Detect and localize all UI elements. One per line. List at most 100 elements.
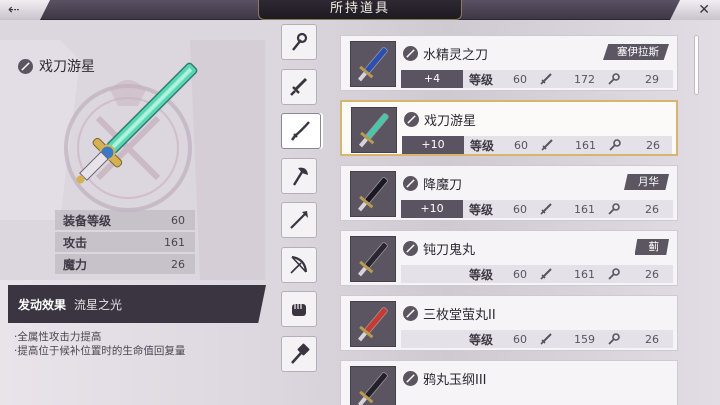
item-name-row: 三枚堂萤丸II <box>403 304 496 323</box>
close-icon: ✕ <box>698 2 710 18</box>
item-name-row: 降魔刀 <box>403 174 462 193</box>
list-item[interactable]: 戏刀游星 +10 等级 60 161 26 <box>340 100 678 156</box>
stat-value: 161 <box>164 235 185 249</box>
katana-icon <box>290 121 310 141</box>
refine-level: +4 <box>401 70 463 88</box>
attack-icon <box>540 268 552 280</box>
list-item[interactable]: 鸦丸玉纲III <box>340 360 678 405</box>
skill-effect-bar: 发动效果 流星之光 <box>8 285 266 323</box>
refine-level: +10 <box>402 136 464 154</box>
tab-bow[interactable] <box>281 246 317 283</box>
level-value: 60 <box>513 72 528 86</box>
level-value: 60 <box>513 332 528 346</box>
tab-staff[interactable] <box>281 24 317 60</box>
katana-type-icon <box>403 176 418 191</box>
item-name-row: 鸦丸玉纲III <box>403 369 487 388</box>
magic-value: 29 <box>645 72 660 86</box>
level-value: 60 <box>514 138 529 152</box>
skill-effect-label: 发动效果 <box>18 297 67 312</box>
tab-hammer[interactable] <box>281 335 317 372</box>
weapon-thumbnail <box>350 236 396 282</box>
stat-row-magic: 魔力 26 <box>55 254 195 274</box>
level-label: 等级 <box>469 72 494 87</box>
item-name: 钝刀鬼丸 <box>423 243 476 258</box>
magic-icon <box>608 333 620 345</box>
magic-value: 26 <box>645 267 660 281</box>
item-name: 三枚堂萤丸II <box>423 308 496 323</box>
magic-icon <box>609 139 621 151</box>
magic-icon <box>608 73 620 85</box>
item-name: 鸦丸玉纲III <box>423 373 487 388</box>
fist-icon <box>292 304 306 316</box>
item-name-row: 水精灵之刀 <box>403 44 488 63</box>
character-badge: 蓟 <box>634 239 669 255</box>
character-badge: 月华 <box>624 174 669 190</box>
item-name: 戏刀游星 <box>424 114 477 129</box>
item-stats-row: +10 等级 60 161 26 <box>401 200 673 218</box>
attack-value: 161 <box>574 202 596 216</box>
item-name: 戏刀游星 <box>39 59 95 75</box>
stat-label: 装备等级 <box>63 213 112 228</box>
list-item[interactable]: 钝刀鬼丸 蓟等级 60 161 26 <box>340 230 678 286</box>
item-detail-panel: 戏刀游星 装备等级 60 攻击 161 魔力 26 发动效果 流星之光 ·全属性攻击力… <box>0 20 270 405</box>
item-name-label: 戏刀游星 <box>18 56 95 76</box>
level-label: 等级 <box>470 138 495 153</box>
page-title: 所持道具 <box>258 0 462 20</box>
weapon-thumbnail <box>350 366 396 405</box>
magic-value: 26 <box>646 138 661 152</box>
tab-fist[interactable] <box>281 291 317 327</box>
axe-icon <box>292 167 308 186</box>
katana-type-icon <box>403 46 418 61</box>
list-item[interactable]: 水精灵之刀 塞伊拉斯 +4 等级 60 172 29 <box>340 35 678 91</box>
attack-value: 161 <box>575 138 597 152</box>
list-item[interactable]: 三枚堂萤丸II 等级 60 159 26 <box>340 295 678 351</box>
attack-value: 172 <box>574 72 596 86</box>
katana-type-icon <box>403 371 418 386</box>
tab-katana[interactable] <box>281 113 321 149</box>
list-item[interactable]: 降魔刀 月华 +10 等级 60 161 26 <box>340 165 678 221</box>
weapon-thumbnail <box>351 107 397 153</box>
attack-value: 161 <box>574 267 596 281</box>
stat-label: 魔力 <box>63 257 88 272</box>
attack-icon <box>541 139 553 151</box>
level-label: 等级 <box>469 332 494 347</box>
stat-value: 60 <box>171 213 185 227</box>
katana-type-icon <box>404 112 419 127</box>
item-name-row: 钝刀鬼丸 <box>403 239 475 258</box>
weapon-thumbnail <box>350 301 396 347</box>
level-value: 60 <box>513 267 528 281</box>
weapon-thumbnail <box>350 41 396 87</box>
weapon-thumbnail <box>350 171 396 217</box>
attack-icon <box>540 333 552 345</box>
effect-note: ·全属性攻击力提高 <box>14 331 102 343</box>
level-label: 等级 <box>469 267 494 282</box>
stat-row-level: 装备等级 60 <box>55 210 195 230</box>
katana-type-icon <box>18 58 33 74</box>
item-stats-row: +4 等级 60 172 29 <box>401 70 673 88</box>
magic-value: 26 <box>645 202 660 216</box>
weapon-category-tabs <box>281 24 321 380</box>
stat-table: 装备等级 60 攻击 161 魔力 26 <box>55 210 195 276</box>
tab-axe[interactable] <box>281 157 317 194</box>
effect-notes: ·全属性攻击力提高 ·提高位于候补位置时的生命值回复量 <box>14 330 185 358</box>
level-value: 60 <box>513 202 528 216</box>
item-name: 水精灵之刀 <box>423 48 489 63</box>
refine-level: +10 <box>401 200 463 218</box>
stat-value: 26 <box>171 257 185 271</box>
stat-row-attack: 攻击 161 <box>55 232 195 252</box>
sword-icon <box>290 77 308 96</box>
attack-value: 159 <box>574 332 596 346</box>
tab-sword[interactable] <box>281 68 317 105</box>
item-stats-row: +10 等级 60 161 26 <box>402 136 672 154</box>
stat-label: 攻击 <box>63 235 88 250</box>
effect-note: ·提高位于候补位置时的生命值回复量 <box>14 345 186 357</box>
item-list[interactable]: 水精灵之刀 塞伊拉斯 +4 等级 60 172 29 戏刀游星 +10 等级 60 161 26 降魔刀 月… <box>340 35 678 405</box>
list-scrollbar[interactable] <box>694 35 699 95</box>
item-stats-row: 等级 60 161 26 <box>401 265 673 283</box>
item-stats-row: 等级 60 159 26 <box>401 330 673 348</box>
katana-type-icon <box>403 241 418 256</box>
attack-icon <box>540 203 552 215</box>
tab-spear[interactable] <box>281 202 317 238</box>
spear-icon <box>290 211 308 229</box>
refine-level <box>401 330 463 348</box>
